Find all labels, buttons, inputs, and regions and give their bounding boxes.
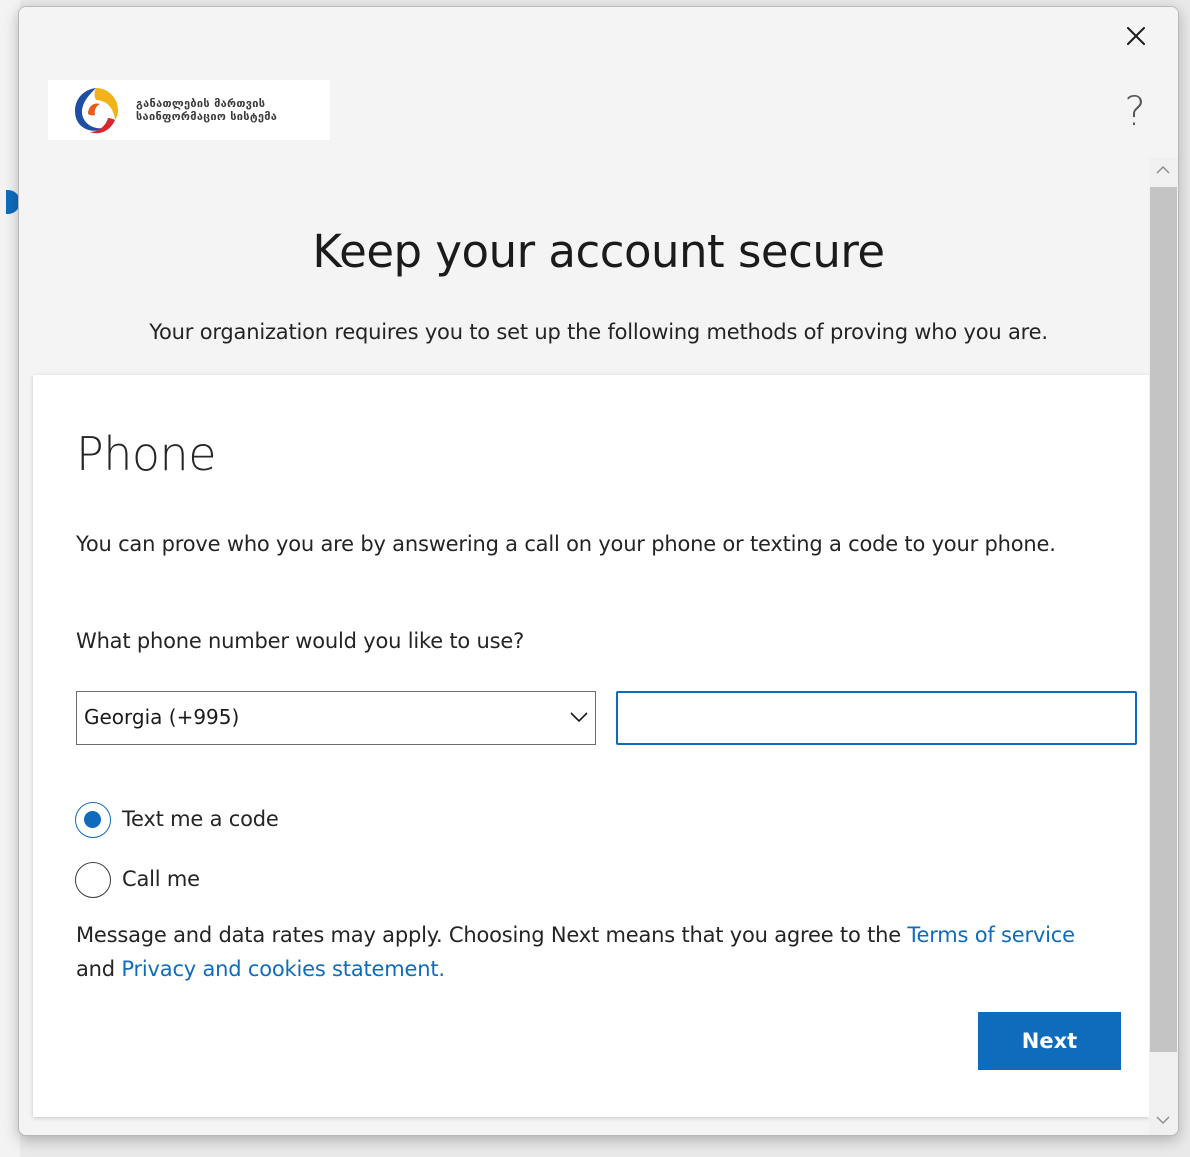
terms-middle: and — [76, 957, 122, 981]
radio-selected-dot — [84, 811, 101, 828]
call-me-radio[interactable] — [75, 862, 111, 898]
terms-prefix: Message and data rates may apply. Choosi… — [76, 923, 908, 947]
close-button[interactable] — [1119, 19, 1153, 53]
close-icon — [1127, 27, 1145, 45]
page-subtitle: Your organization requires you to set up… — [149, 320, 1048, 344]
privacy-statement-link[interactable]: Privacy and cookies statement. — [121, 957, 445, 981]
text-me-a-code-label: Text me a code — [122, 807, 279, 831]
dialog-content: Keep your account secure Your organizati… — [19, 157, 1149, 1135]
chevron-down-icon — [570, 712, 588, 723]
terms-notice: Message and data rates may apply. Choosi… — [76, 918, 1086, 986]
chevron-down-icon — [1156, 1116, 1170, 1124]
card-title: Phone — [76, 427, 217, 481]
organization-name-line2: საინფორმაციო სისტემა — [136, 110, 278, 123]
help-icon: ? — [1124, 89, 1146, 135]
chevron-up-icon — [1156, 166, 1170, 174]
call-me-label: Call me — [122, 867, 200, 891]
help-button[interactable]: ? — [1115, 87, 1155, 137]
next-button[interactable]: Next — [978, 1012, 1121, 1070]
background-app — [0, 0, 20, 1157]
phone-method-card: Phone You can prove who you are by answe… — [33, 375, 1149, 1117]
page-title: Keep your account secure — [312, 225, 885, 278]
country-code-select[interactable]: Georgia (+995) — [76, 691, 596, 745]
vertical-scrollbar[interactable] — [1149, 157, 1178, 1135]
phone-number-input[interactable] — [616, 691, 1137, 745]
scroll-up-button[interactable] — [1149, 157, 1178, 185]
scrollbar-thumb[interactable] — [1150, 187, 1177, 1052]
organization-name: განათლების მართვის საინფორმაციო სისტემა — [136, 97, 277, 123]
country-code-value: Georgia (+995) — [84, 705, 240, 729]
text-me-a-code-radio[interactable] — [75, 802, 111, 838]
organization-name-line1: განათლების მართვის — [136, 97, 266, 110]
scroll-down-button[interactable] — [1149, 1107, 1178, 1135]
logo-mark-icon — [74, 88, 118, 134]
organization-logo: განათლების მართვის საინფორმაციო სისტემა — [48, 80, 330, 140]
mfa-dialog-window: განათლების მართვის საინფორმაციო სისტემა … — [18, 6, 1179, 1136]
terms-of-service-link[interactable]: Terms of service — [907, 923, 1075, 947]
phone-question: What phone number would you like to use? — [76, 629, 525, 653]
dialog-header: განათლების მართვის საინფორმაციო სისტემა … — [19, 7, 1178, 157]
card-description: You can prove who you are by answering a… — [76, 532, 1056, 556]
